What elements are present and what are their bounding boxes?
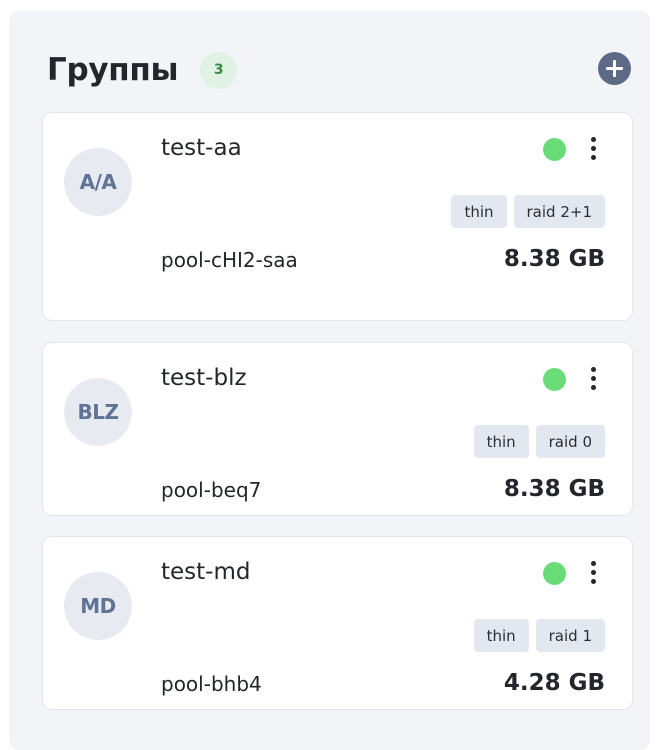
dot-icon [591,155,596,160]
tag-raid: raid 0 [535,425,605,458]
tag-provisioning: thin [473,619,529,652]
tag-list: thin raid 0 [473,425,605,458]
dot-icon [591,385,596,390]
group-size: 8.38 GB [503,246,605,272]
group-name: test-md [161,559,251,585]
status-indicator [543,138,566,161]
dot-icon [591,367,596,372]
dot-icon [591,146,596,151]
tag-raid: raid 1 [535,619,605,652]
group-name: test-aa [161,135,242,161]
avatar: BLZ [64,378,132,446]
page-title: Группы [47,52,179,88]
dot-icon [591,561,596,566]
dot-icon [591,376,596,381]
status-indicator [543,562,566,585]
group-card[interactable]: BLZ test-blz thin raid 0 pool-beq7 8.38 … [42,342,633,516]
dot-icon [591,579,596,584]
group-size: 4.28 GB [503,670,605,696]
group-name: test-blz [161,365,247,391]
pool-name: pool-beq7 [161,478,262,502]
group-card[interactable]: MD test-md thin raid 1 pool-bhb4 4.28 GB [42,536,633,710]
pool-name: pool-bhb4 [161,672,262,696]
group-count-badge: 3 [200,51,238,89]
avatar: MD [64,572,132,640]
more-menu-button[interactable] [581,135,605,163]
more-menu-button[interactable] [581,365,605,393]
avatar: A/A [64,148,132,216]
add-group-button[interactable] [598,52,631,85]
group-card[interactable]: A/A test-aa thin raid 2+1 pool-cHI2-saa … [42,112,633,321]
group-size: 8.38 GB [503,476,605,502]
groups-header: Группы 3 [47,50,238,90]
tag-provisioning: thin [451,195,507,228]
tag-raid: raid 2+1 [513,195,605,228]
plus-icon [606,60,623,77]
pool-name: pool-cHI2-saa [161,248,298,272]
dot-icon [591,137,596,142]
dot-icon [591,570,596,575]
more-menu-button[interactable] [581,559,605,587]
tag-list: thin raid 2+1 [451,195,605,228]
tag-list: thin raid 1 [473,619,605,652]
status-indicator [543,368,566,391]
tag-provisioning: thin [473,425,529,458]
